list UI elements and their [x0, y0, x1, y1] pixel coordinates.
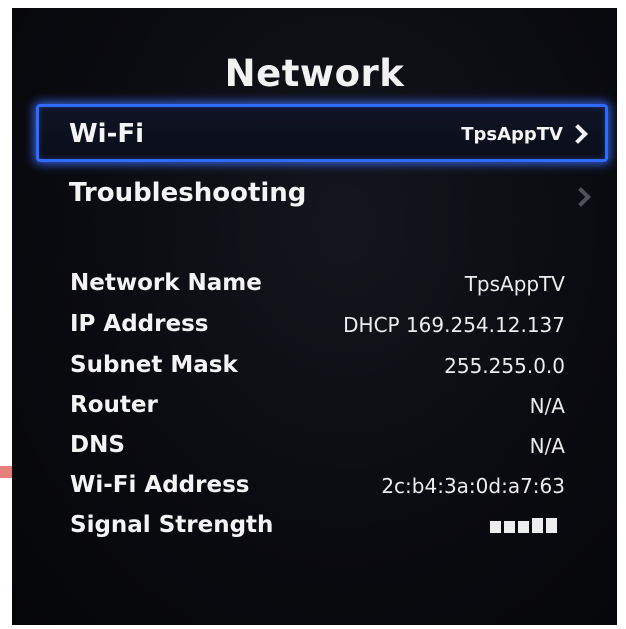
info-value: 255.255.0.0 [444, 354, 565, 378]
info-label: Subnet Mask [70, 352, 238, 378]
info-value: DHCP 169.254.12.137 [343, 313, 565, 337]
signal-bar [518, 521, 529, 533]
info-row-network-name: Network Name TpsAppTV [12, 270, 617, 306]
info-row-dns: DNS N/A [12, 432, 617, 468]
signal-bar [490, 521, 501, 533]
menu-item-troubleshooting[interactable]: Troubleshooting [36, 170, 608, 220]
info-value: 2c:b4:3a:0d:a7:63 [381, 474, 565, 498]
page-title: Network [224, 52, 405, 95]
info-row-signal-strength: Signal Strength [12, 512, 617, 548]
info-row-wifi-address: Wi-Fi Address 2c:b4:3a:0d:a7:63 [12, 472, 617, 508]
chevron-right-icon [568, 124, 588, 144]
network-settings-screen: Network Wi-Fi TpsAppTV Troubleshooting N… [12, 8, 617, 625]
info-label: Network Name [70, 270, 262, 296]
menu-item-wifi[interactable]: Wi-Fi TpsAppTV [36, 104, 608, 162]
info-label: IP Address [70, 311, 209, 337]
info-row-router: Router N/A [12, 392, 617, 428]
info-label: DNS [70, 432, 125, 458]
info-value: N/A [529, 434, 565, 458]
info-row-subnet-mask: Subnet Mask 255.255.0.0 [12, 352, 617, 388]
info-value: TpsAppTV [464, 272, 565, 296]
wifi-network-value: TpsAppTV [461, 124, 563, 145]
info-label: Signal Strength [70, 512, 274, 538]
info-label: Wi-Fi Address [70, 472, 250, 498]
info-row-ip-address: IP Address DHCP 169.254.12.137 [12, 311, 617, 347]
signal-bar [546, 518, 557, 533]
troubleshooting-label: Troubleshooting [69, 178, 307, 208]
info-label: Router [70, 392, 158, 418]
signal-bar [532, 518, 543, 533]
chevron-right-icon [571, 187, 591, 207]
signal-bar [504, 521, 515, 533]
signal-strength-icon [490, 518, 557, 533]
wifi-label: Wi-Fi [69, 119, 145, 149]
info-value: N/A [529, 394, 565, 418]
